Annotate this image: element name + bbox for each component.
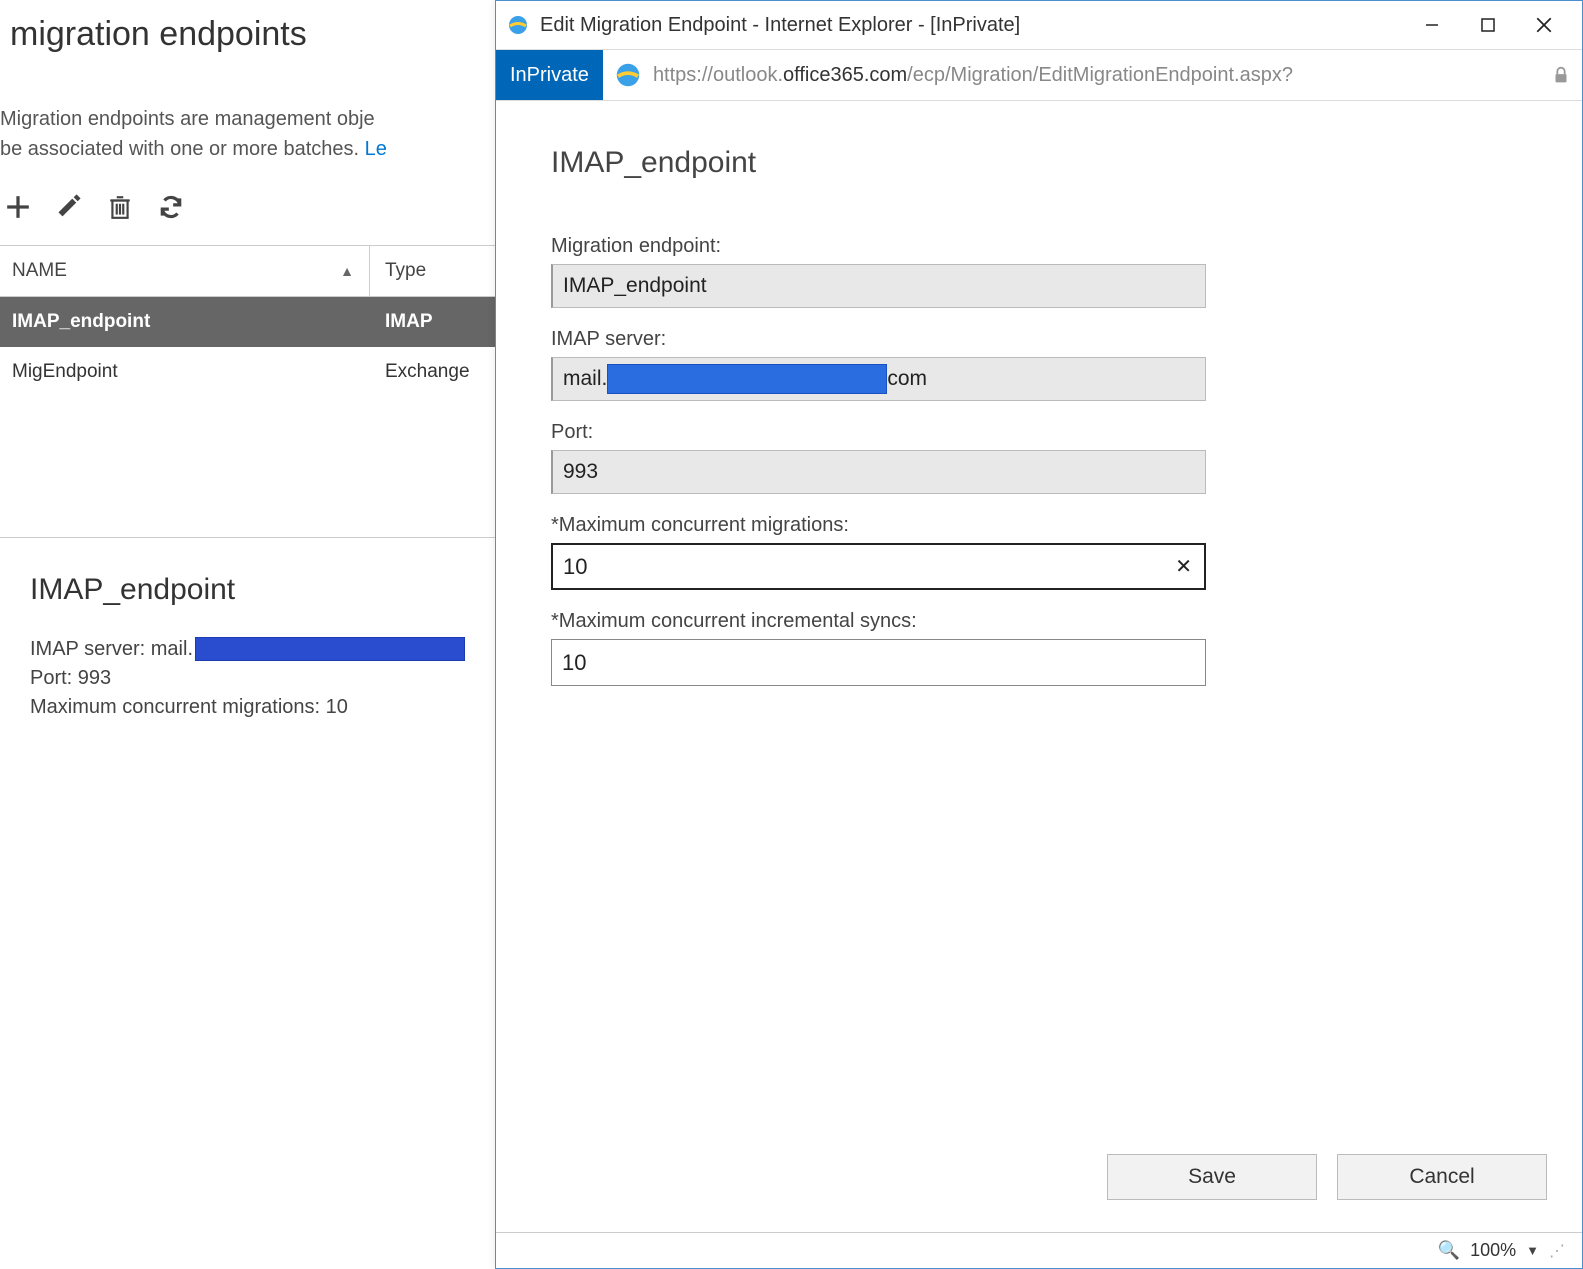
url-field[interactable]: https://outlook.office365.com/ecp/Migrat… bbox=[653, 50, 1540, 100]
redacted-text bbox=[607, 364, 887, 394]
zoom-level[interactable]: 100% bbox=[1470, 1240, 1516, 1261]
max-syncs-label: *Maximum concurrent incremental syncs: bbox=[551, 610, 1527, 633]
status-bar: 🔍 100% ▼ ⋰ bbox=[496, 1232, 1582, 1268]
inprivate-badge: InPrivate bbox=[496, 50, 603, 100]
zoom-icon[interactable]: 🔍 bbox=[1438, 1240, 1460, 1261]
refresh-icon[interactable] bbox=[158, 194, 184, 220]
col-name-header[interactable]: NAME ▲ bbox=[0, 246, 370, 296]
window-title: Edit Migration Endpoint - Internet Explo… bbox=[540, 14, 1404, 37]
max-syncs-input[interactable]: 10 bbox=[551, 639, 1206, 686]
edit-icon[interactable] bbox=[56, 194, 82, 220]
ie-icon bbox=[506, 13, 530, 37]
address-bar: InPrivate https://outlook.office365.com/… bbox=[496, 49, 1582, 101]
close-button[interactable] bbox=[1516, 5, 1572, 45]
ie-icon bbox=[613, 60, 643, 90]
max-migrations-input[interactable]: 10 ✕ bbox=[551, 543, 1206, 590]
server-label: IMAP server: bbox=[551, 328, 1527, 351]
add-icon[interactable] bbox=[5, 194, 31, 220]
delete-icon[interactable] bbox=[107, 194, 133, 220]
window-titlebar: Edit Migration Endpoint - Internet Explo… bbox=[496, 1, 1582, 49]
lock-icon bbox=[1550, 64, 1572, 86]
port-field: 993 bbox=[551, 450, 1206, 494]
chevron-down-icon[interactable]: ▼ bbox=[1526, 1243, 1539, 1258]
minimize-button[interactable] bbox=[1404, 5, 1460, 45]
dialog-body: IMAP_endpoint Migration endpoint: IMAP_e… bbox=[496, 101, 1582, 1122]
redacted-text bbox=[195, 637, 465, 661]
learn-more-link[interactable]: Le bbox=[365, 138, 387, 160]
endpoint-field: IMAP_endpoint bbox=[551, 264, 1206, 308]
edit-endpoint-dialog: Edit Migration Endpoint - Internet Explo… bbox=[495, 0, 1583, 1269]
sort-asc-icon: ▲ bbox=[340, 263, 354, 279]
cancel-button[interactable]: Cancel bbox=[1337, 1154, 1547, 1200]
resize-grip[interactable]: ⋰ bbox=[1549, 1241, 1567, 1261]
clear-icon[interactable]: ✕ bbox=[1175, 554, 1192, 579]
maximize-button[interactable] bbox=[1460, 5, 1516, 45]
server-field: mail.com bbox=[551, 357, 1206, 401]
port-label: Port: bbox=[551, 421, 1527, 444]
endpoint-label: Migration endpoint: bbox=[551, 235, 1527, 258]
save-button[interactable]: Save bbox=[1107, 1154, 1317, 1200]
max-migrations-label: *Maximum concurrent migrations: bbox=[551, 514, 1527, 537]
dialog-heading: IMAP_endpoint bbox=[551, 146, 1527, 180]
dialog-footer: Save Cancel bbox=[496, 1122, 1582, 1232]
